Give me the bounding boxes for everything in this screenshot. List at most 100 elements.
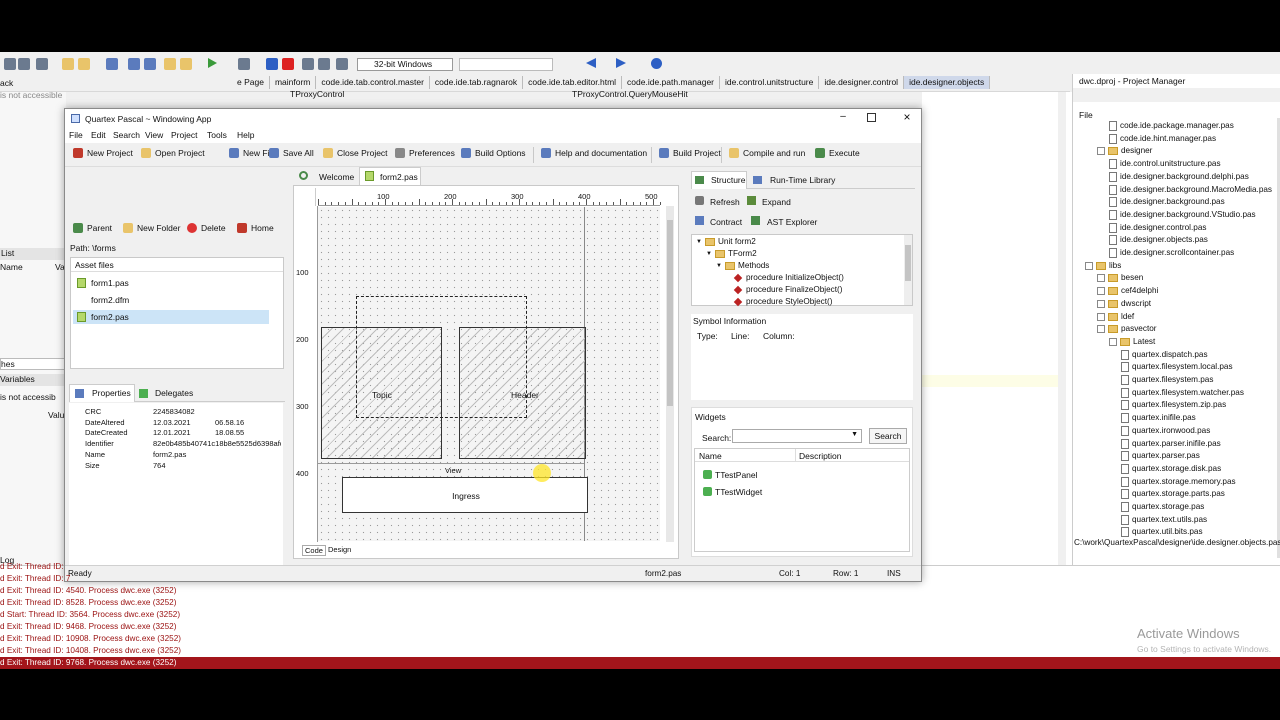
- structure-tree[interactable]: ▼ Unit form2 ▼ TForm2 ▼ Methods procedure Init…: [691, 234, 913, 307]
- pm-item[interactable]: quartex.parser.inifile.pas: [1121, 438, 1221, 450]
- asset-item[interactable]: form1.pas: [73, 276, 269, 290]
- tab-structure[interactable]: Structure: [711, 175, 746, 185]
- property-row[interactable]: Size 764: [73, 461, 281, 472]
- platform-select[interactable]: 32-bit Windows: [357, 58, 453, 71]
- save-all-button[interactable]: Save All: [269, 148, 314, 158]
- build-project-button[interactable]: Build Project: [659, 148, 721, 158]
- col-description[interactable]: Description: [799, 451, 842, 461]
- log-line[interactable]: d Exit: Thread ID: 10908. Process dwc.ex…: [0, 634, 181, 643]
- expand-toggle-icon[interactable]: ▼: [716, 260, 722, 272]
- pm-item[interactable]: quartex.dispatch.pas: [1121, 349, 1208, 361]
- property-row[interactable]: CRC 2245834082: [73, 407, 281, 418]
- delete-button[interactable]: Delete: [187, 223, 226, 233]
- pm-item[interactable]: quartex.storage.disk.pas: [1121, 463, 1221, 475]
- toolbar-icon[interactable]: [62, 58, 74, 70]
- log-line[interactable]: d Exit: Thread ID: 7: [0, 574, 70, 583]
- tab-welcome[interactable]: Welcome: [319, 172, 354, 182]
- build-options-button[interactable]: Build Options: [461, 148, 526, 158]
- method-selector[interactable]: TProxyControl.QueryMouseHit: [572, 89, 688, 99]
- pm-item[interactable]: designer: [1097, 145, 1152, 157]
- expand-toggle-icon[interactable]: ▼: [706, 248, 712, 260]
- back-icon[interactable]: [586, 58, 596, 68]
- expand-toggle-icon[interactable]: [1085, 261, 1093, 270]
- expand-toggle-icon[interactable]: ▼: [696, 236, 702, 248]
- tab-form2[interactable]: form2.pas: [380, 172, 418, 182]
- property-row[interactable]: Identifier 82e0b485b40741c18b8e5525d6398a…: [73, 439, 281, 450]
- pm-item[interactable]: quartex.inifile.pas: [1121, 412, 1196, 424]
- pm-item[interactable]: libs: [1085, 260, 1121, 272]
- widget-search-input[interactable]: ▼: [732, 429, 862, 443]
- widget-item[interactable]: TTestPanel: [715, 470, 758, 480]
- menu-help[interactable]: Help: [237, 130, 254, 140]
- menu-file[interactable]: File: [69, 130, 83, 140]
- toolbar-icon[interactable]: [238, 58, 250, 70]
- editor-tab[interactable]: ide.designer.control: [819, 76, 905, 89]
- pm-item[interactable]: ide.designer.control.pas: [1109, 222, 1206, 234]
- pm-item[interactable]: quartex.util.bits.pas: [1121, 526, 1203, 538]
- pm-item[interactable]: quartex.storage.memory.pas: [1121, 476, 1236, 488]
- pm-item[interactable]: quartex.filesystem.zip.pas: [1121, 399, 1226, 411]
- tree-node[interactable]: procedure FinalizeObject(): [726, 284, 842, 296]
- refresh-button[interactable]: Refresh: [710, 197, 740, 207]
- pm-item[interactable]: ide.designer.background.pas: [1109, 196, 1225, 208]
- tab-runtime-library[interactable]: Run-Time Library: [770, 175, 835, 185]
- save-icon[interactable]: [106, 58, 118, 70]
- pm-item[interactable]: code.ide.hint.manager.pas: [1109, 133, 1216, 145]
- tree-node[interactable]: ▼ Methods: [716, 260, 769, 272]
- expand-toggle-icon[interactable]: [1097, 299, 1105, 308]
- expand-toggle-icon[interactable]: [1097, 147, 1105, 156]
- toolbar-icon[interactable]: [4, 58, 16, 70]
- tab-delegates[interactable]: Delegates: [155, 388, 193, 398]
- editor-tab[interactable]: code.ide.tab.ragnarok: [430, 76, 524, 89]
- pm-item[interactable]: quartex.filesystem.local.pas: [1121, 361, 1233, 373]
- pm-item[interactable]: Latest: [1109, 336, 1155, 348]
- log-line[interactable]: d Exit: Thread ID: 9768. Process dwc.exe…: [0, 658, 176, 667]
- pm-item[interactable]: quartex.parser.pas: [1121, 450, 1200, 462]
- pm-item[interactable]: ide.designer.scrollcontainer.pas: [1109, 247, 1234, 259]
- new-project-button[interactable]: New Project: [73, 148, 133, 158]
- tree-node[interactable]: ▼ TForm2: [706, 248, 757, 260]
- property-row[interactable]: DateCreated 12.01.2021 18.08.55: [73, 428, 281, 439]
- search-button[interactable]: Search: [869, 428, 907, 444]
- pm-item[interactable]: quartex.storage.parts.pas: [1121, 488, 1225, 500]
- editor-tab[interactable]: code.ide.tab.editor.html: [523, 76, 623, 89]
- pm-item[interactable]: quartex.text.utils.pas: [1121, 514, 1207, 526]
- editor-tab[interactable]: code.ide.tab.control.master: [316, 76, 430, 89]
- toolbar-icon[interactable]: [180, 58, 192, 70]
- help-icon[interactable]: [651, 58, 662, 69]
- open-project-button[interactable]: Open Project: [141, 148, 205, 158]
- compile-run-button[interactable]: Compile and run: [729, 148, 805, 158]
- pm-tab-file[interactable]: File: [1079, 110, 1093, 120]
- design-canvas[interactable]: Topic Header View Ingress: [318, 207, 660, 541]
- pm-item[interactable]: ide.designer.background.delphi.pas: [1109, 171, 1249, 183]
- expand-button[interactable]: Expand: [762, 197, 791, 207]
- editor-tab[interactable]: ide.designer.objects: [904, 76, 991, 89]
- pm-item[interactable]: cef4delphi: [1097, 285, 1158, 297]
- preferences-button[interactable]: Preferences: [395, 148, 455, 158]
- tab-properties[interactable]: Properties: [92, 388, 131, 398]
- pm-item[interactable]: ide.control.unitstructure.pas: [1109, 158, 1221, 170]
- pm-item[interactable]: code.ide.package.manager.pas: [1109, 120, 1234, 132]
- log-line[interactable]: d Start: Thread ID: 3564. Process dwc.ex…: [0, 610, 180, 619]
- code-editor[interactable]: [922, 92, 1072, 572]
- toolbar-icon[interactable]: [128, 58, 140, 70]
- property-row[interactable]: Name form2.pas: [73, 450, 281, 461]
- menu-project[interactable]: Project: [171, 130, 197, 140]
- toolbar-icon[interactable]: [336, 58, 348, 70]
- pm-item[interactable]: quartex.filesystem.pas: [1121, 374, 1213, 386]
- menu-edit[interactable]: Edit: [91, 130, 106, 140]
- log-line[interactable]: d Exit: Thread ID: 10408. Process dwc.ex…: [0, 646, 181, 655]
- toolbar-icon[interactable]: [318, 58, 330, 70]
- config-select[interactable]: [459, 58, 553, 71]
- widget-item[interactable]: TTestWidget: [715, 487, 762, 497]
- parent-button[interactable]: Parent: [73, 223, 112, 233]
- editor-tab[interactable]: mainform: [270, 76, 317, 89]
- execute-button[interactable]: Execute: [815, 148, 860, 158]
- pm-item[interactable]: dwscript: [1097, 298, 1151, 310]
- property-row[interactable]: DateAltered 12.03.2021 06.58.16: [73, 418, 281, 429]
- ingress-panel[interactable]: Ingress: [342, 477, 588, 513]
- log-line[interactable]: d Exit: Thread ID: 8528. Process dwc.exe…: [0, 598, 176, 607]
- forward-icon[interactable]: [616, 58, 626, 68]
- class-selector[interactable]: TProxyControl: [290, 89, 344, 99]
- asset-item[interactable]: form2.dfm: [73, 293, 269, 307]
